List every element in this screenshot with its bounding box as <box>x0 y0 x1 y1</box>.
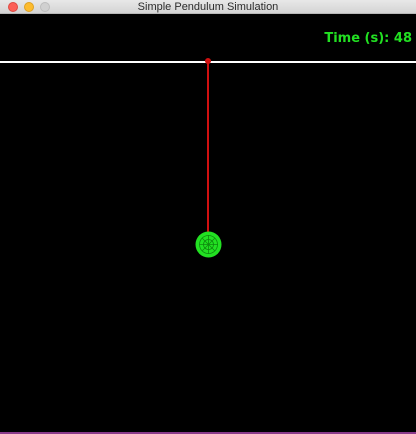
window-title: Simple Pendulum Simulation <box>137 1 279 13</box>
app-window: Simple Pendulum Simulation Time (s): 48 <box>0 0 416 434</box>
pendulum-rod <box>207 62 209 243</box>
simulation-canvas: Time (s): 48 <box>0 14 416 434</box>
title-bar[interactable]: Simple Pendulum Simulation <box>0 0 416 14</box>
time-readout: Time (s): 48 <box>324 31 412 46</box>
pendulum-bob <box>195 231 222 258</box>
pivot-point <box>205 58 211 64</box>
